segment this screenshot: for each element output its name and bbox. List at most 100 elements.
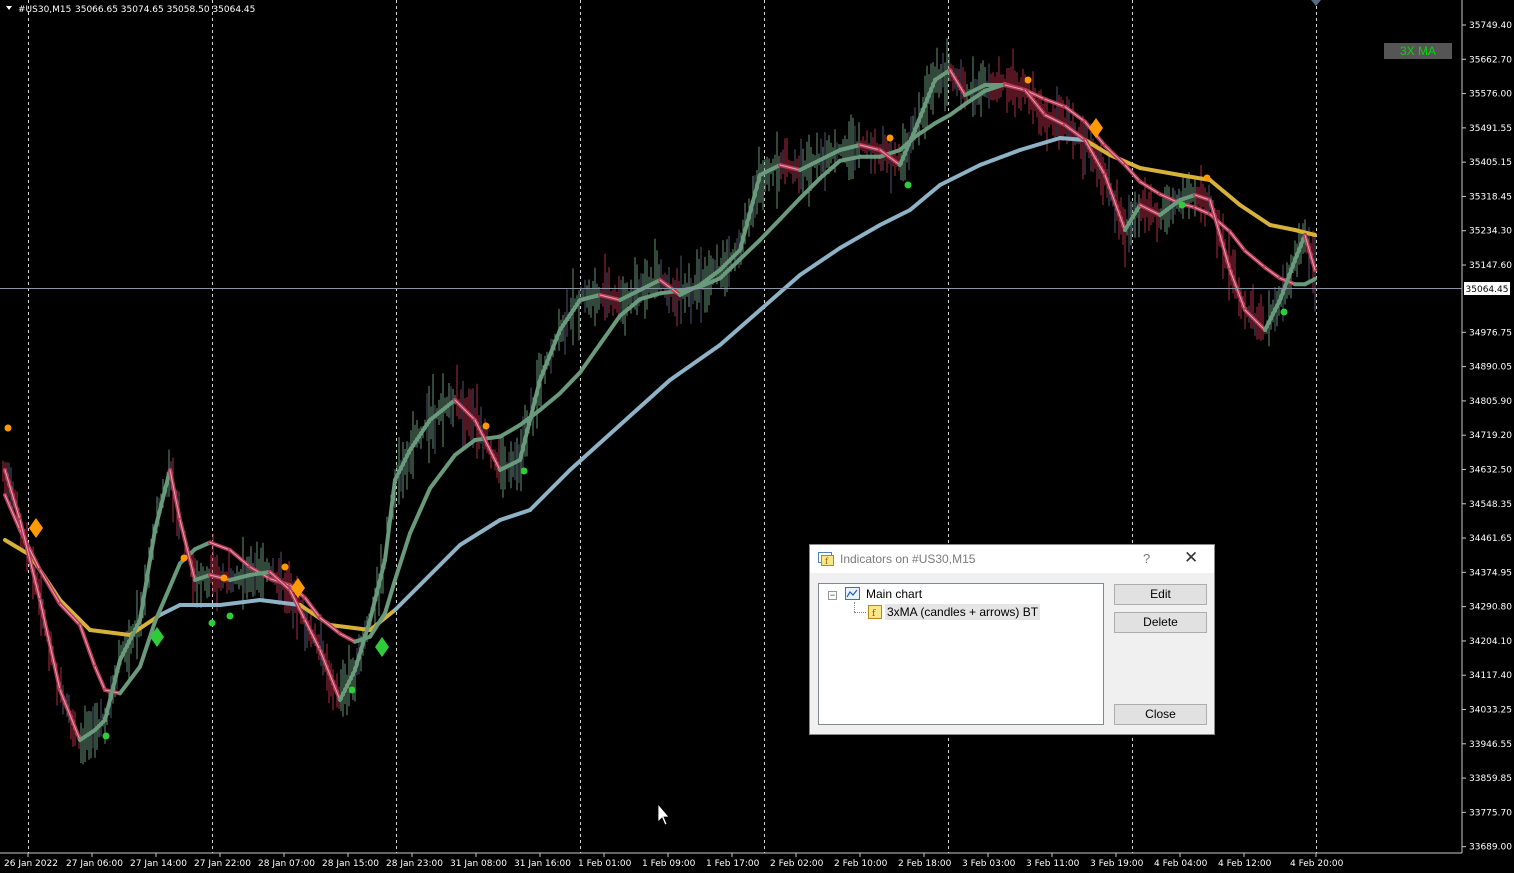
sell-signal-dot [281, 563, 289, 571]
time-tick-label: 3 Feb 19:00 [1090, 859, 1144, 869]
slow-ma-segment [798, 246, 842, 277]
ma-segment [538, 328, 562, 382]
ma-segment-highlight [1064, 106, 1086, 123]
time-tick-label: 31 Jan 08:00 [450, 859, 507, 869]
buy-signal-dot [226, 612, 234, 620]
price-tick-label: 34461.65 [1469, 534, 1512, 544]
sell-signal-dot [180, 554, 188, 562]
price-tick-label: 33689.00 [1469, 843, 1512, 853]
slow-ma-segment [1018, 136, 1062, 152]
sell-signal-dot [4, 424, 12, 432]
dialog-titlebar[interactable]: f Indicators on #US30,M15 ? ✕ [810, 545, 1214, 573]
price-tick-label: 35405.15 [1469, 158, 1512, 168]
slow-ma-segment [458, 518, 502, 547]
main-chart-icon [845, 587, 860, 600]
buy-signal-dot [348, 686, 356, 694]
price-tick-label: 35749.40 [1469, 21, 1512, 31]
slow-ma-segment [498, 508, 532, 522]
collapse-toggle-icon[interactable]: − [828, 591, 837, 600]
mouse-cursor-icon [657, 802, 670, 826]
close-button[interactable]: Close [1114, 704, 1207, 725]
time-tick-label: 2 Feb 18:00 [898, 859, 952, 869]
price-tick-label: 34374.95 [1469, 568, 1512, 578]
time-tick-label: 27 Jan 14:00 [130, 859, 187, 869]
slow-ma-segment [718, 308, 762, 347]
buy-signal-dot [904, 181, 912, 189]
time-axis: 26 Jan 2022 27 Jan 06:00 27 Jan 14:00 27 Ja… [4, 853, 1344, 869]
buy-signal-dot [1178, 201, 1186, 209]
custom-indicator-icon: f [868, 605, 882, 619]
indicator-badge-label: 3X MA [1400, 44, 1436, 58]
tree-item-main-chart[interactable]: Main chart [866, 587, 922, 601]
time-tick-label: 31 Jan 16:00 [514, 859, 571, 869]
sell-arrow-icon [29, 518, 43, 538]
slow-ma-segment [978, 148, 1022, 167]
ma-segment [118, 664, 142, 696]
ma-segment-highlight [39, 599, 61, 691]
price-tick-label: 34805.90 [1469, 397, 1512, 407]
slow-ma-segment [1208, 178, 1242, 207]
time-tick-label: 1 Feb 01:00 [578, 859, 632, 869]
ma-segment-highlight [1044, 98, 1066, 108]
slow-ma-segment [58, 598, 92, 632]
sell-signal-dot [1203, 174, 1211, 182]
price-tick-label: 34204.10 [1469, 637, 1512, 647]
slow-ma-segment [908, 183, 942, 212]
ma-segment [558, 370, 582, 396]
slow-ma-segment [528, 468, 572, 512]
tree-item-3xma-indicator[interactable]: 3xMA (candles + arrows) BT [885, 604, 1041, 620]
slow-ma-segment [1268, 223, 1297, 232]
indicators-window-icon: f [818, 552, 834, 566]
buy-signal-dot [208, 619, 216, 627]
buy-signal-dot [1280, 308, 1288, 316]
price-tick-label: 34033.25 [1469, 705, 1512, 715]
tree-connector [854, 602, 855, 612]
time-tick-label: 27 Jan 06:00 [66, 859, 123, 869]
ma-segment [578, 342, 602, 375]
time-tick-label: 4 Feb 04:00 [1154, 859, 1208, 869]
sell-signal-dot [220, 574, 228, 582]
ma-segment-highlight [1209, 199, 1231, 271]
close-icon[interactable]: ✕ [1184, 548, 1198, 568]
ma-segment [428, 453, 457, 491]
ma-segment [193, 540, 212, 552]
ma-segment [598, 313, 622, 347]
buy-arrow-icon [375, 637, 389, 657]
price-tick-label: 34548.35 [1469, 500, 1512, 510]
ma-segment-highlight [1229, 231, 1246, 252]
ma-segment-highlight [59, 689, 81, 741]
indicator-tree[interactable]: − Main chart f 3xMA (candles + arrows) B… [818, 583, 1104, 725]
ma-segment [758, 217, 782, 242]
indicators-dialog[interactable]: f Indicators on #US30,M15 ? ✕ − Main cha… [809, 544, 1215, 735]
price-tick-label: 35662.70 [1469, 55, 1512, 65]
price-chart[interactable]: 35749.40 35662.70 35576.00 35491.55 35405.15… [0, 0, 1514, 873]
price-tick-label: 33946.55 [1469, 740, 1512, 750]
ma-segment [168, 561, 182, 589]
ma-segment-highlight [1194, 207, 1211, 215]
edit-button[interactable]: Edit [1114, 584, 1207, 605]
slow-ma-segment [393, 583, 422, 612]
price-tick-label: 35147.60 [1469, 261, 1512, 271]
chart-shift-marker[interactable] [1311, 0, 1321, 6]
delete-button[interactable]: Delete [1114, 612, 1207, 633]
help-button[interactable]: ? [1143, 551, 1150, 566]
buy-signal-dot [102, 732, 110, 740]
slow-ma-segment [758, 273, 802, 312]
slow-ma-segment [1238, 203, 1272, 227]
price-tick-label: 34719.20 [1469, 431, 1512, 441]
time-tick-label: 26 Jan 2022 [4, 859, 58, 869]
price-tick-label: 35318.45 [1469, 192, 1512, 202]
ma-segment-highlight [94, 666, 106, 691]
ma-segment [778, 196, 802, 222]
time-tick-label: 28 Jan 23:00 [386, 859, 443, 869]
ma-segment-highlight [339, 633, 356, 643]
time-tick-label: 1 Feb 17:00 [706, 859, 760, 869]
chart-menu-icon[interactable] [6, 6, 12, 10]
ma-segment-highlight [1264, 267, 1281, 279]
ohlc-readout: 35066.65 35074.65 35058.50 35064.45 [75, 5, 255, 15]
slow-ma-segment [878, 208, 912, 227]
slow-ma-segment [668, 343, 722, 382]
slow-ma-segment [418, 543, 462, 587]
slow-ma-segment [838, 223, 882, 250]
time-tick-label: 1 Feb 09:00 [642, 859, 696, 869]
